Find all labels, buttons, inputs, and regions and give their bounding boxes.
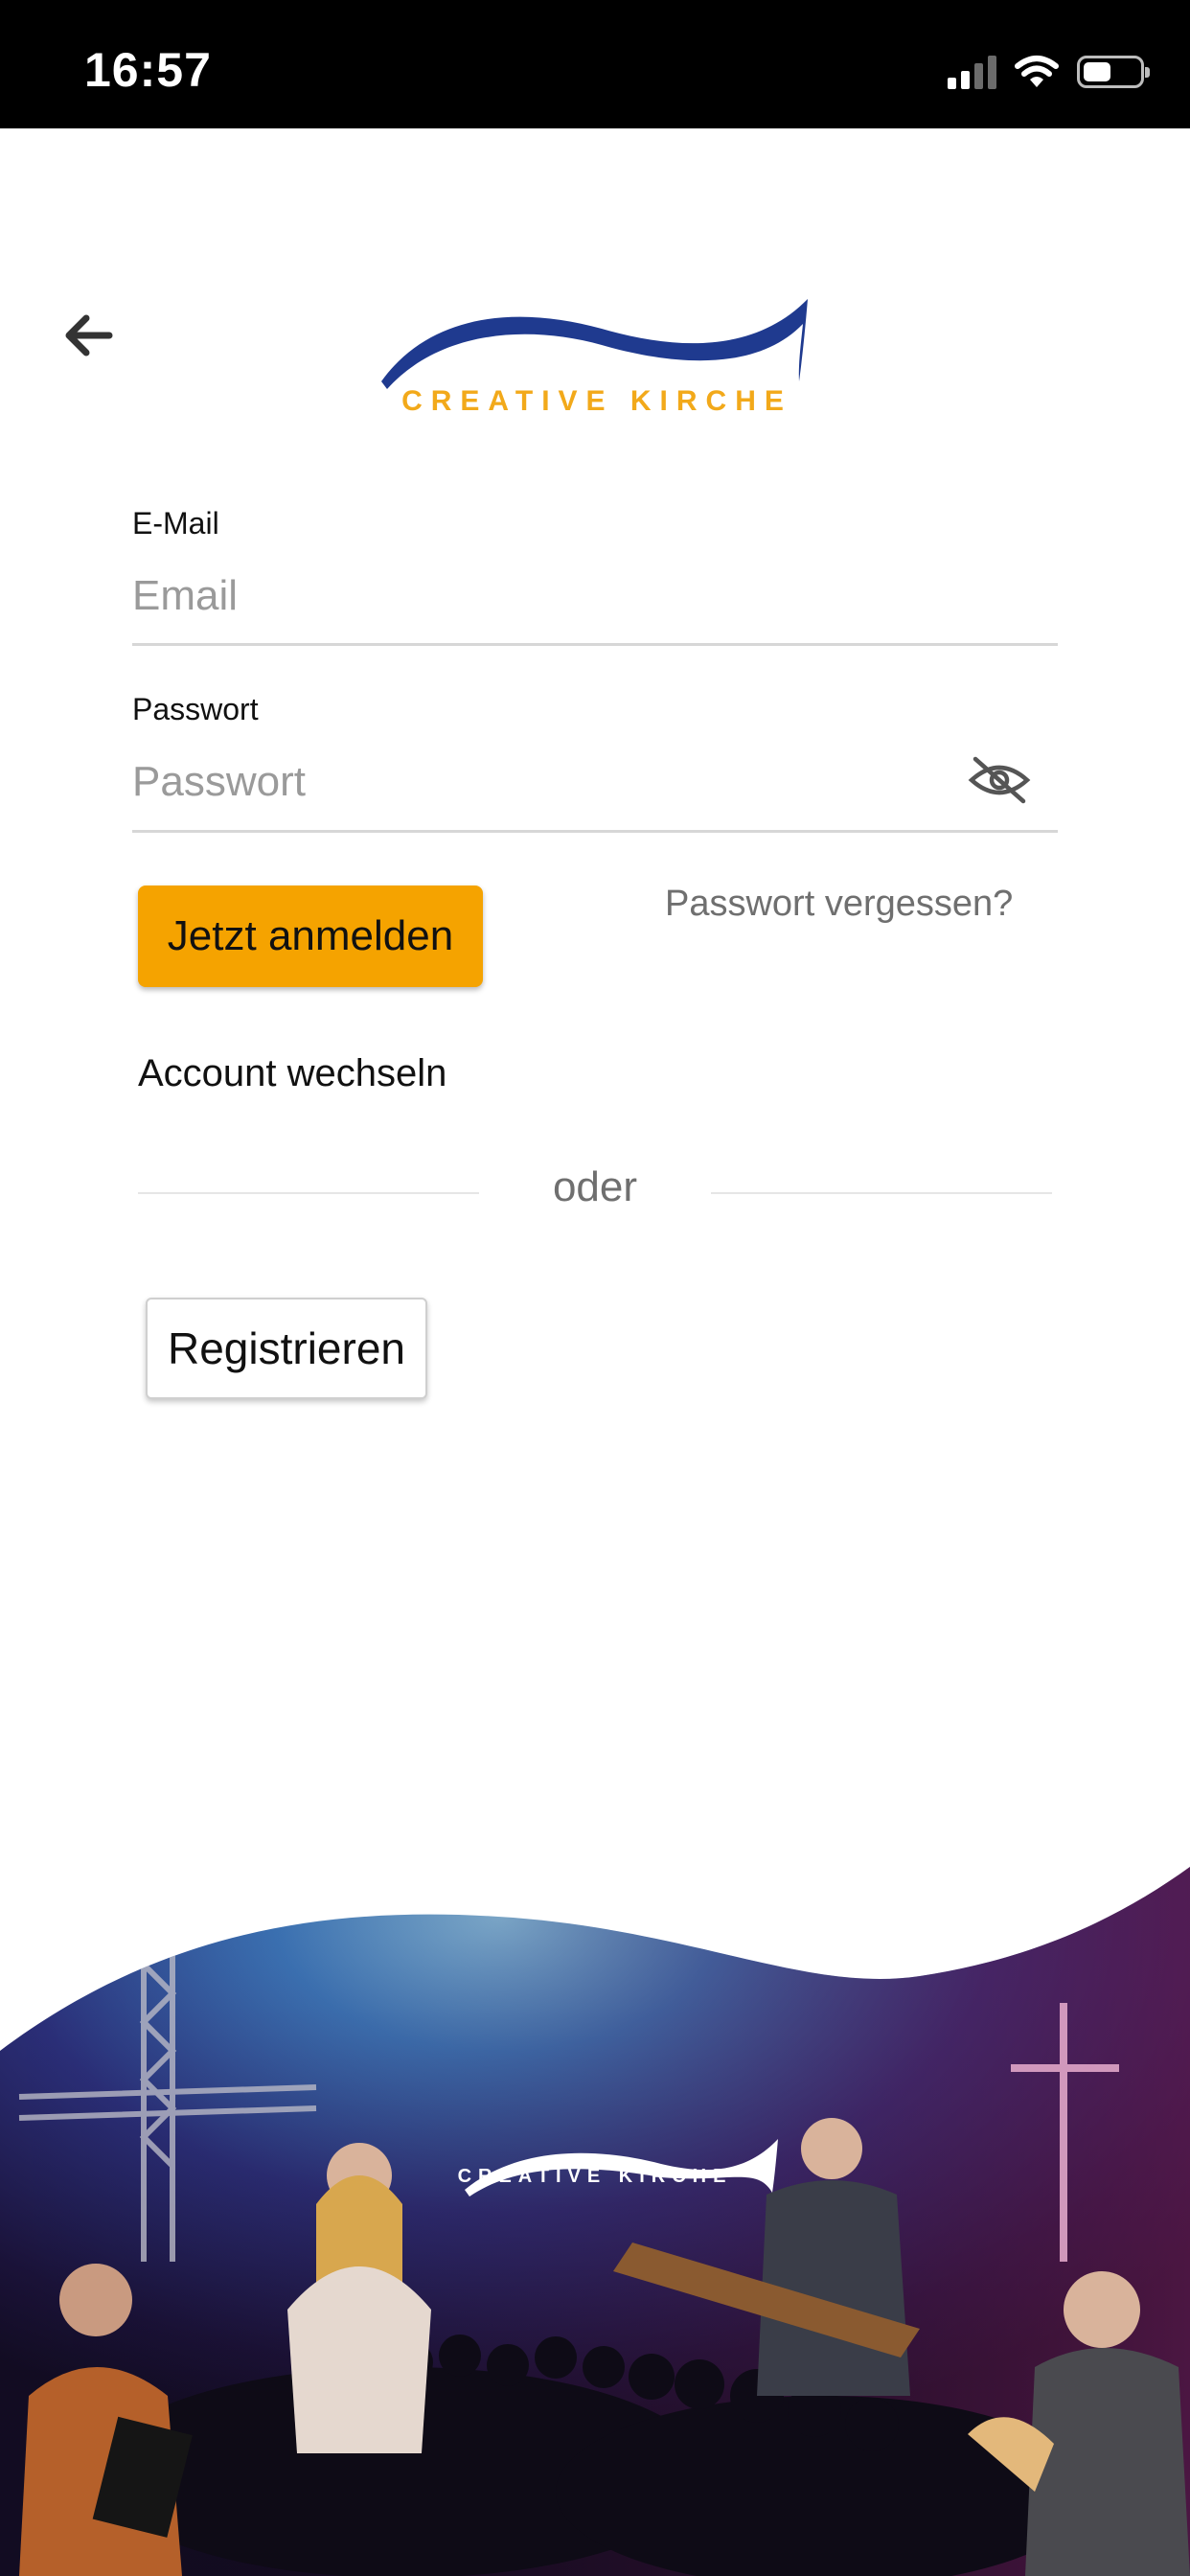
- password-input[interactable]: [132, 746, 956, 818]
- creative-kirche-logo: CREATIVE KIRCHE: [372, 286, 822, 425]
- logo-wave: [381, 299, 808, 389]
- email-label: E-Mail: [132, 506, 219, 540]
- password-underline: [132, 830, 1058, 833]
- wifi-icon: [1015, 56, 1059, 87]
- status-bar: 16:57: [0, 0, 1190, 128]
- divider-line-right: [711, 1192, 1052, 1194]
- banner-logo-text: CREATIVE KIRCHE: [457, 2166, 733, 2187]
- status-time: 16:57: [84, 43, 212, 97]
- divider-line-left: [138, 1192, 479, 1194]
- switch-account-link[interactable]: Account wechseln: [138, 1052, 446, 1095]
- login-button[interactable]: Jetzt anmelden: [138, 886, 483, 987]
- concert-banner-image: [0, 1867, 1190, 2576]
- password-label: Passwort: [132, 692, 259, 726]
- battery-icon: [1077, 56, 1150, 88]
- eye-off-icon[interactable]: [968, 753, 1031, 807]
- forgot-password-link[interactable]: Passwort vergessen?: [665, 884, 1013, 925]
- status-icons: [948, 48, 1150, 96]
- email-underline: [132, 643, 1058, 646]
- back-arrow-icon[interactable]: [57, 305, 119, 366]
- logo-text: CREATIVE KIRCHE: [401, 385, 792, 417]
- register-button[interactable]: Registrieren: [146, 1298, 427, 1399]
- signal-icon: [948, 55, 996, 89]
- divider-text: oder: [552, 1163, 638, 1210]
- email-input[interactable]: [132, 560, 1058, 632]
